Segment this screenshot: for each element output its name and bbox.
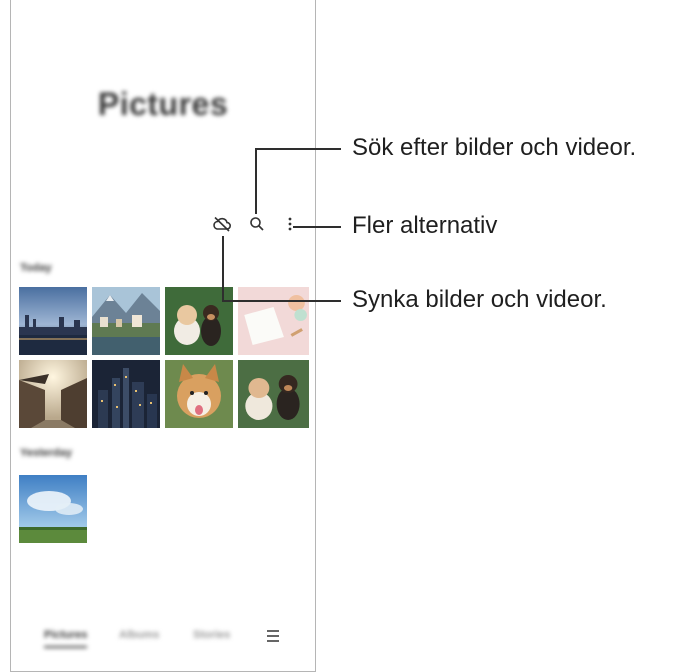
photo-thumbnail-night-city[interactable] <box>92 360 160 428</box>
photo-thumbnail-notebook[interactable] <box>238 287 309 355</box>
callout-sync-text: Synka bilder och videor. <box>352 286 607 313</box>
section-label-yesterday: Yesterday <box>20 447 72 459</box>
callout-line-search-vertical <box>255 148 257 214</box>
callout-line-search-horizontal <box>255 148 341 150</box>
tab-pictures[interactable]: Pictures <box>44 629 88 648</box>
photo-thumbnail-lake-village[interactable] <box>92 287 160 355</box>
cloud-sync-icon[interactable] <box>211 212 233 236</box>
photo-thumbnail-corgi[interactable] <box>165 360 233 428</box>
callout-line-sync-vertical <box>222 236 224 300</box>
search-button[interactable] <box>246 212 268 236</box>
callout-line-more <box>293 226 341 228</box>
bottom-navigation: Pictures Albums Stories <box>11 626 315 654</box>
gallery-app-screen: Pictures Today Yesterday Pictures Albums… <box>10 0 316 672</box>
callout-search-text: Sök efter bilder och videor. <box>352 134 637 161</box>
cloud-off-icon <box>213 216 231 232</box>
page-title: Pictures <box>97 86 229 122</box>
photo-thumbnail-sky-field[interactable] <box>19 475 87 543</box>
photo-thumbnail-city-bridge[interactable] <box>19 287 87 355</box>
callout-more-text: Fler alternativ <box>352 212 498 239</box>
tab-stories[interactable]: Stories <box>193 629 230 641</box>
more-options-button[interactable] <box>279 212 301 236</box>
photo-thumbnail-old-street[interactable] <box>19 360 87 428</box>
tab-albums[interactable]: Albums <box>119 629 159 641</box>
search-icon <box>250 217 264 231</box>
hamburger-menu-icon[interactable] <box>266 626 286 650</box>
photo-thumbnail-kitten-and-puppy[interactable] <box>238 360 309 428</box>
more-vertical-icon <box>288 217 292 231</box>
callout-line-sync-horizontal <box>222 300 341 302</box>
section-label-today: Today <box>20 262 52 274</box>
